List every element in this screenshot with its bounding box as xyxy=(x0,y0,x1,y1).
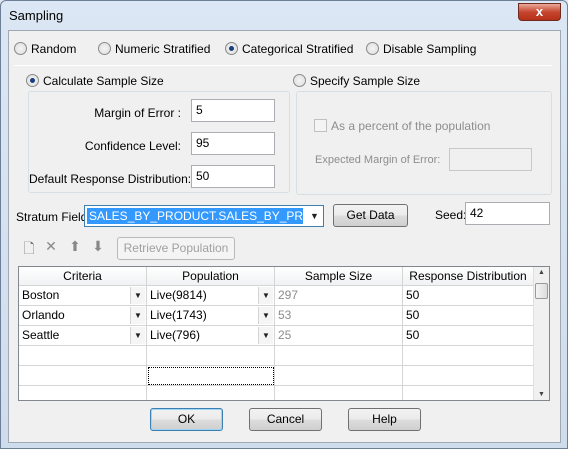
table-cell-population[interactable]: Live(9814) ▼ xyxy=(147,286,275,306)
table-cell-empty[interactable] xyxy=(19,346,147,366)
table-cell-criteria[interactable]: Boston ▼ xyxy=(19,286,147,306)
table-cell-empty[interactable] xyxy=(19,386,147,400)
percent-of-population-checkbox[interactable]: As a percent of the population xyxy=(314,119,490,133)
delete-icon[interactable]: ✕ xyxy=(42,238,60,255)
chevron-down-icon[interactable]: ▼ xyxy=(130,327,145,344)
default-response-label: Default Response Distribution: xyxy=(29,172,192,186)
expected-margin-label: Expected Margin of Error: xyxy=(315,154,441,166)
sampling-dialog: Sampling x Random Numeric Stratified Cat… xyxy=(0,0,568,449)
arrow-up-icon[interactable]: ⬆ xyxy=(66,238,84,255)
table-cell-sample-size: 297 xyxy=(275,286,403,306)
stratum-field-label: Stratum Field: xyxy=(16,210,91,224)
radio-circle-icon xyxy=(14,42,27,55)
table-cell-focused[interactable] xyxy=(147,366,275,386)
radio-numeric-stratified[interactable]: Numeric Stratified xyxy=(98,42,210,56)
title-bar: Sampling x xyxy=(1,1,567,31)
radio-circle-icon xyxy=(293,74,306,87)
table-cell-response[interactable]: 50 xyxy=(403,326,534,346)
window-title: Sampling xyxy=(9,8,64,23)
table-cell-response[interactable]: 50 xyxy=(403,306,534,326)
divider xyxy=(14,65,552,66)
radio-selected-icon xyxy=(225,42,238,55)
table-cell-criteria[interactable]: Seattle ▼ xyxy=(19,326,147,346)
help-button[interactable]: Help xyxy=(348,408,421,431)
radio-random[interactable]: Random xyxy=(14,42,76,56)
table-cell-empty[interactable] xyxy=(403,386,534,400)
radio-selected-icon xyxy=(26,74,39,87)
arrow-down-icon[interactable]: ⬇ xyxy=(89,238,107,255)
retrieve-population-button[interactable]: Retrieve Population xyxy=(117,237,235,260)
table-cell-response[interactable]: 50 xyxy=(403,286,534,306)
confidence-level-input[interactable]: 95 xyxy=(191,132,275,155)
seed-label: Seed: xyxy=(435,208,467,222)
table-cell-empty xyxy=(275,366,403,386)
column-header-criteria[interactable]: Criteria xyxy=(19,267,147,286)
radio-disable-sampling[interactable]: Disable Sampling xyxy=(366,42,476,56)
checkbox-icon xyxy=(314,119,327,132)
close-button[interactable]: x xyxy=(518,3,561,21)
scroll-thumb[interactable] xyxy=(535,283,548,299)
radio-categorical-stratified[interactable]: Categorical Stratified xyxy=(225,42,353,56)
seed-input[interactable]: 42 xyxy=(465,202,550,225)
table-cell-empty[interactable] xyxy=(147,346,275,366)
table-cell-sample-size: 25 xyxy=(275,326,403,346)
table-cell-population[interactable]: Live(796) ▼ xyxy=(147,326,275,346)
column-header-response-distribution[interactable]: Response Distribution xyxy=(403,267,534,286)
column-header-sample-size[interactable]: Sample Size xyxy=(275,267,403,286)
chevron-down-icon: ▼ xyxy=(310,211,319,221)
radio-circle-icon xyxy=(98,42,111,55)
chevron-down-icon[interactable]: ▼ xyxy=(130,307,145,324)
table-cell-empty[interactable] xyxy=(147,386,275,400)
vertical-scrollbar[interactable]: ▲ ▼ xyxy=(533,267,549,400)
dialog-body: Random Numeric Stratified Categorical St… xyxy=(8,30,561,443)
table-cell-sample-size: 53 xyxy=(275,306,403,326)
specify-group xyxy=(296,91,552,195)
confidence-level-label: Confidence Level: xyxy=(84,139,181,153)
radio-calculate-sample-size[interactable]: Calculate Sample Size xyxy=(26,74,164,88)
chevron-down-icon[interactable]: ▼ xyxy=(258,327,273,344)
chevron-down-icon[interactable]: ▼ xyxy=(130,287,145,304)
scroll-up-icon[interactable]: ▲ xyxy=(534,269,549,276)
scroll-down-icon[interactable]: ▼ xyxy=(534,391,549,398)
margin-of-error-label: Margin of Error : xyxy=(94,106,181,120)
margin-of-error-input[interactable]: 5 xyxy=(191,99,275,122)
table-cell-population[interactable]: Live(1743) ▼ xyxy=(147,306,275,326)
stratum-field-value: SALES_BY_PRODUCT.SALES_BY_PRODU xyxy=(87,208,303,224)
stratum-field-dropdown[interactable]: SALES_BY_PRODUCT.SALES_BY_PRODU ▼ xyxy=(84,205,324,227)
chevron-down-icon[interactable]: ▼ xyxy=(258,307,273,324)
radio-circle-icon xyxy=(366,42,379,55)
column-header-population[interactable]: Population xyxy=(147,267,275,286)
cancel-button[interactable]: Cancel xyxy=(249,408,322,431)
table-cell-empty[interactable] xyxy=(19,366,147,386)
expected-margin-input[interactable] xyxy=(449,148,532,171)
radio-specify-sample-size[interactable]: Specify Sample Size xyxy=(293,74,420,88)
ok-button[interactable]: OK xyxy=(150,408,223,431)
table-cell-empty xyxy=(275,346,403,366)
chevron-down-icon[interactable]: ▼ xyxy=(258,287,273,304)
table-cell-empty xyxy=(275,386,403,400)
default-response-input[interactable]: 50 xyxy=(191,165,275,188)
table-cell-empty[interactable] xyxy=(403,346,534,366)
strata-table: Criteria Population Sample Size Response… xyxy=(18,266,550,401)
table-cell-criteria[interactable]: Orlando ▼ xyxy=(19,306,147,326)
new-row-icon[interactable]: 🗋 xyxy=(20,238,38,262)
table-cell-empty[interactable] xyxy=(403,366,534,386)
get-data-button[interactable]: Get Data xyxy=(333,204,408,227)
